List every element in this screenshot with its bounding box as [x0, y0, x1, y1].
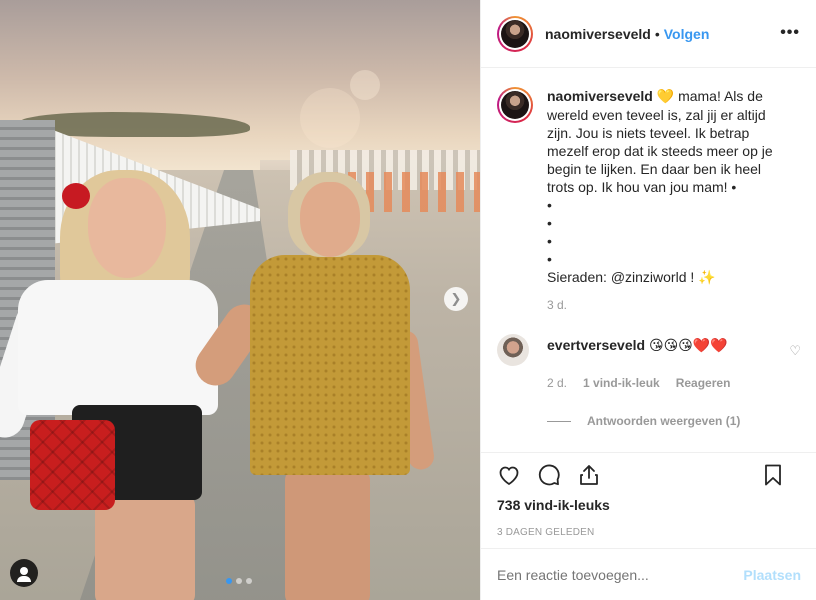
heart-icon[interactable]	[497, 463, 521, 487]
comment-like-icon[interactable]: ♡	[789, 344, 801, 359]
comment-likes[interactable]: 1 vind-ik-leuk	[583, 376, 660, 390]
caption-avatar[interactable]	[497, 87, 533, 123]
comments-list[interactable]: naomiverseveld 💛 mama! Als de wereld eve…	[481, 69, 816, 452]
comment-text: 😘😘😘❤️❤️	[648, 338, 728, 354]
bullet: •	[547, 215, 552, 231]
add-comment-bar: Plaatsen	[481, 548, 816, 600]
comment-age[interactable]: 2 d.	[547, 376, 567, 390]
separator: •	[654, 25, 660, 42]
carousel-dots	[226, 578, 252, 584]
photo-person-face	[88, 178, 166, 278]
caption-age[interactable]: 3 d.	[547, 298, 801, 312]
photo-mother-face	[300, 182, 360, 257]
photo-lens-flare	[300, 88, 360, 148]
photo-mother-dress	[250, 255, 410, 475]
post-sidebar: naomiverseveld • Volgen ••• naomiverseve…	[480, 0, 816, 600]
more-options-icon[interactable]: •••	[780, 24, 800, 42]
comment-body: evertverseveld 😘😘😘❤️❤️	[547, 336, 728, 366]
carousel-dot-active	[226, 578, 232, 584]
comment-meta: 2 d. 1 vind-ik-leuk Reageren	[547, 376, 801, 390]
view-replies-label: Antwoorden weergeven (1)	[587, 414, 741, 428]
post-timestamp[interactable]: 3 DAGEN GELEDEN	[497, 527, 801, 538]
comment-icon[interactable]	[537, 463, 561, 487]
view-replies-button[interactable]: Antwoorden weergeven (1)	[547, 414, 801, 428]
action-icons	[497, 453, 801, 497]
replies-divider	[547, 420, 571, 422]
caption-jewelry: Sieraden: @zinziworld ! ✨	[547, 269, 716, 285]
comment-avatar[interactable]	[497, 334, 529, 366]
photo-person-legs	[95, 495, 195, 600]
photo-red-bag	[30, 420, 115, 510]
author-avatar[interactable]	[497, 15, 533, 52]
comment-reply-button[interactable]: Reageren	[676, 376, 731, 390]
comment: evertverseveld 😘😘😘❤️❤️ ♡	[497, 334, 801, 366]
follow-button[interactable]: Volgen	[664, 26, 710, 42]
carousel-next-button[interactable]: ❯	[444, 287, 468, 311]
post-photo[interactable]: ❯	[0, 0, 480, 600]
user-icon-body	[17, 576, 31, 582]
photo-lens-flare	[350, 70, 380, 100]
carousel-dot	[246, 578, 252, 584]
photo-mother-legs	[285, 470, 370, 600]
bullet: •	[547, 251, 552, 267]
likes-count[interactable]: 738 vind-ik-leuks	[497, 497, 801, 513]
photo-person-top	[18, 280, 218, 415]
chevron-right-icon: ❯	[450, 291, 462, 307]
bullet: •	[547, 233, 552, 249]
caption-username[interactable]: naomiverseveld	[547, 88, 653, 104]
yellow-heart-icon: 💛	[656, 89, 675, 105]
user-tags-button[interactable]	[10, 559, 38, 587]
post-comment-button[interactable]: Plaatsen	[743, 567, 801, 583]
comment-input[interactable]	[497, 566, 744, 583]
user-icon	[20, 567, 28, 575]
comment-username[interactable]: evertverseveld	[547, 337, 645, 353]
share-icon[interactable]	[577, 463, 601, 487]
bullet: •	[547, 197, 552, 213]
photo-flower	[62, 183, 90, 209]
carousel-dot	[236, 578, 242, 584]
caption-body: naomiverseveld 💛 mama! Als de wereld eve…	[547, 87, 792, 286]
caption: naomiverseveld 💛 mama! Als de wereld eve…	[497, 87, 801, 286]
post-header: naomiverseveld • Volgen •••	[481, 0, 816, 68]
caption-bullets: • • • •	[547, 196, 792, 268]
author-username[interactable]: naomiverseveld	[545, 26, 651, 42]
bookmark-icon[interactable]	[761, 463, 785, 487]
